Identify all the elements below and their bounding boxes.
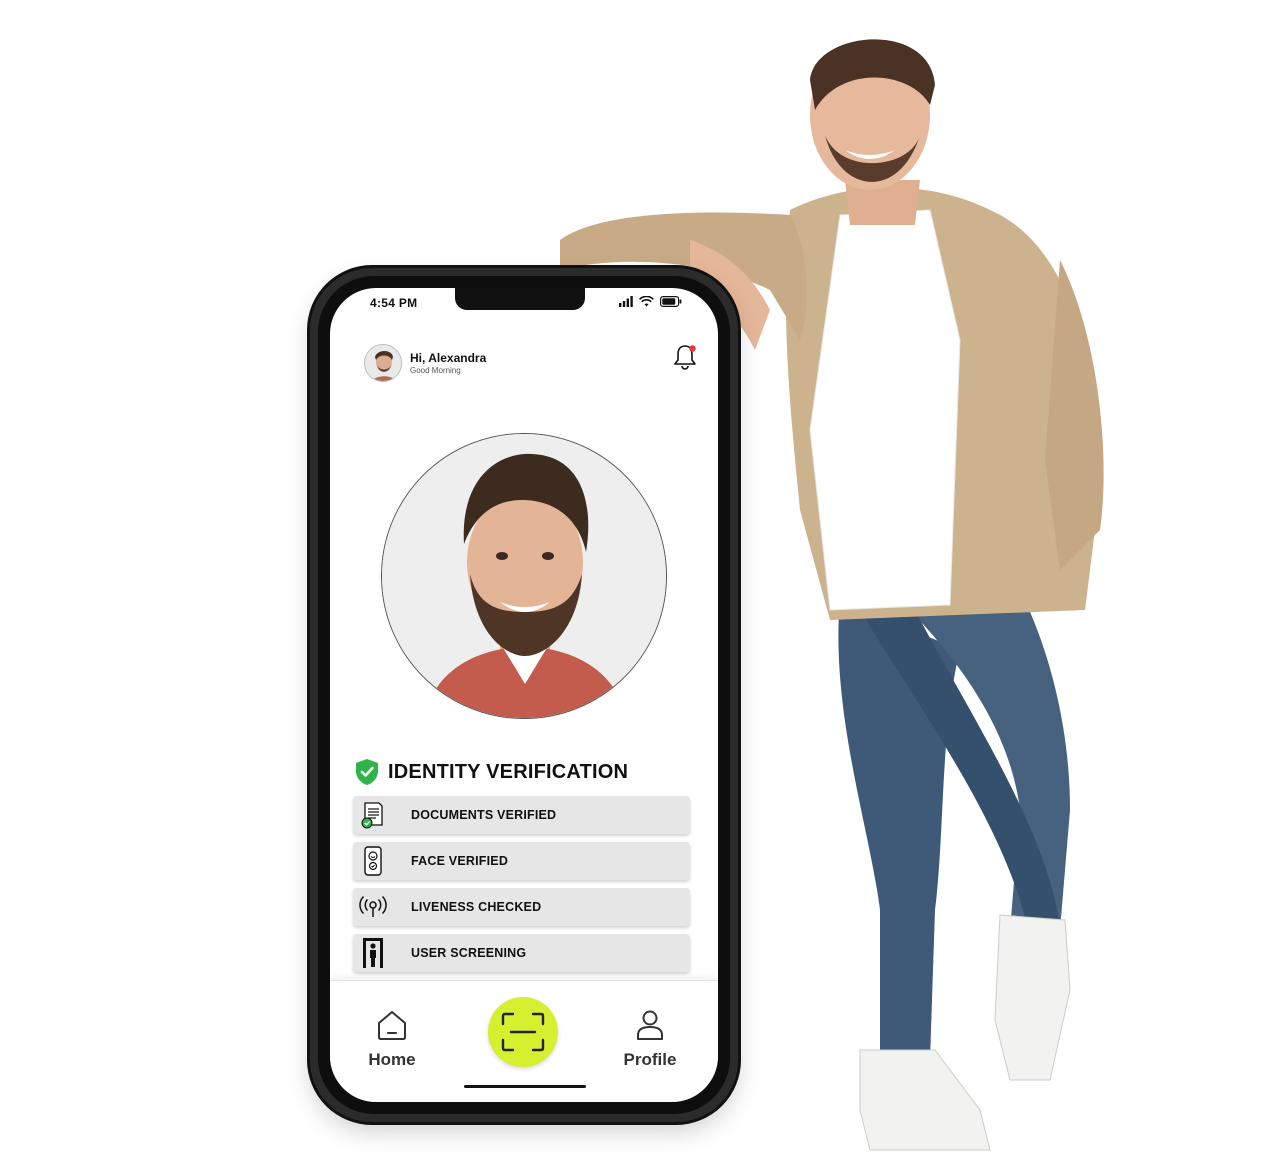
home-indicator <box>464 1085 586 1088</box>
phone-notch <box>455 288 585 310</box>
nav-home[interactable]: Home <box>352 1009 432 1070</box>
check-face-verified[interactable]: FACE VERIFIED <box>353 842 690 880</box>
shield-check-icon <box>356 759 378 785</box>
document-check-icon <box>353 796 393 834</box>
status-icons <box>619 296 682 307</box>
nav-profile-label: Profile <box>623 1050 677 1069</box>
check-user-screening[interactable]: USER SCREENING <box>353 934 690 972</box>
battery-icon <box>660 296 682 307</box>
phone-screen: 4:54 PM Hi, Alexandra Good Morning IDENT… <box>330 288 718 1102</box>
body-scan-icon <box>353 934 393 972</box>
wifi-icon <box>639 296 654 307</box>
scan-button[interactable] <box>488 997 558 1067</box>
notification-bell-button[interactable] <box>670 342 700 372</box>
check-label: LIVENESS CHECKED <box>411 900 542 914</box>
face-photo <box>381 433 667 719</box>
phone-frame: 4:54 PM Hi, Alexandra Good Morning IDENT… <box>310 268 738 1122</box>
scan-frame-icon <box>501 1012 545 1052</box>
identity-verification-title: IDENTITY VERIFICATION <box>388 760 629 783</box>
cellular-signal-icon <box>619 296 633 307</box>
identity-verification-heading: IDENTITY VERIFICATION <box>354 758 628 786</box>
greeting-subtitle: Good Morning <box>410 366 461 375</box>
notification-dot <box>689 345 696 352</box>
phone-face-icon <box>353 842 393 880</box>
greeting-name: Hi, Alexandra <box>410 351 487 365</box>
check-label: DOCUMENTS VERIFIED <box>411 808 557 822</box>
signal-icon <box>353 888 393 926</box>
check-label: USER SCREENING <box>411 946 527 960</box>
check-label: FACE VERIFIED <box>411 854 509 868</box>
user-icon <box>637 1010 663 1040</box>
status-time: 4:54 PM <box>370 296 418 310</box>
check-documents-verified[interactable]: DOCUMENTS VERIFIED <box>353 796 690 834</box>
greeting-text: Hi, Alexandra Good Morning <box>410 351 486 375</box>
bell-icon <box>674 345 696 370</box>
nav-profile[interactable]: Profile <box>610 1009 690 1070</box>
verification-checklist: DOCUMENTS VERIFIED FACE VERIFIED LIVENES… <box>353 796 690 980</box>
check-liveness-checked[interactable]: LIVENESS CHECKED <box>353 888 690 926</box>
home-icon <box>378 1011 406 1040</box>
bottom-navigation: Home Profile <box>330 980 718 1102</box>
user-avatar[interactable] <box>364 344 402 382</box>
nav-home-label: Home <box>368 1050 416 1069</box>
greeting-block: Hi, Alexandra Good Morning <box>364 344 486 382</box>
